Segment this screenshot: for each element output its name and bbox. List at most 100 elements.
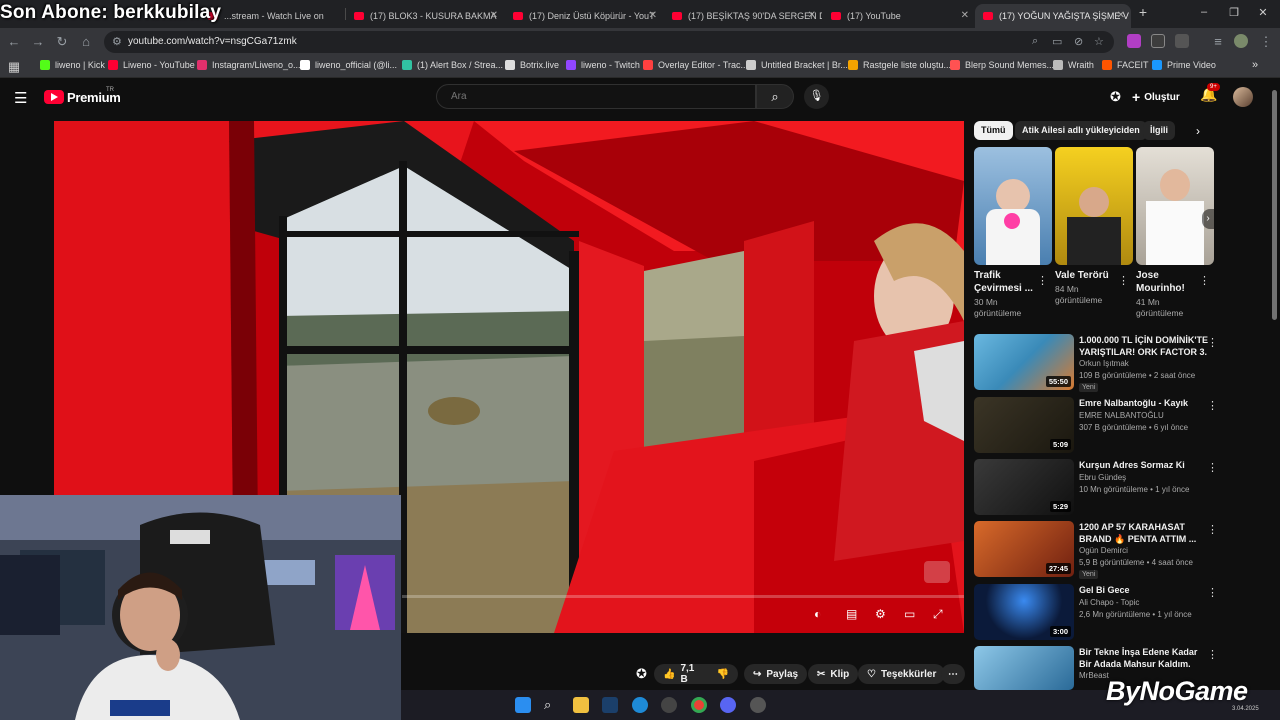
autoplay-toggle-icon[interactable]: ◐ [814,607,821,621]
bookmark-item[interactable]: Instagram/Liweno_o... [197,60,301,70]
close-window-icon[interactable]: ✕ [1253,6,1273,19]
video-title[interactable]: Emre Nalbantoğlu - Kayık [1079,397,1209,409]
thanks-button[interactable]: ♡ Teşekkürler [858,664,946,684]
browser-tab[interactable]: (17) BLOK3 - KUSURA BAKMA ✕ [346,4,504,28]
bookmark-item[interactable]: Prime Video [1152,60,1216,70]
media-control-icon[interactable]: ≡ [1210,34,1226,50]
search-box[interactable] [436,84,756,109]
bookmark-item[interactable]: liweno_official (@li... [300,60,397,70]
bookmark-item[interactable]: (1) Alert Box / Strea... [402,60,503,70]
bookmark-item[interactable]: FACEIT [1102,60,1149,70]
recommended-video[interactable]: 3:00 Gel Bi Gece Ali Chapo - Topic 2,6 M… [974,584,1224,642]
app-icon[interactable] [661,697,677,713]
video-menu-icon[interactable]: ⋮ [1207,336,1218,349]
video-title[interactable]: Bir Tekne İnşa Edene Kadar Bir Adada Mah… [1079,646,1209,670]
restore-window-icon[interactable]: ❐ [1224,6,1244,19]
short-title[interactable]: Vale Terörü [1055,269,1119,282]
bookmark-item[interactable]: Wraith [1053,60,1094,70]
video-menu-icon[interactable]: ⋮ [1207,523,1218,536]
hide-icon[interactable]: ⊘ [1074,35,1083,48]
video-thumbnail[interactable]: 27:45 [974,521,1074,577]
url-text[interactable]: youtube.com/watch?v=nsgCGa71zmk [128,36,297,47]
video-menu-icon[interactable]: ⋮ [1207,399,1218,412]
video-thumbnail[interactable]: 55:50 [974,334,1074,390]
channel-name[interactable]: EMRE NALBANTOĞLU [1079,411,1164,420]
browser-tab-active[interactable]: (17) YOĞUN YAĞIŞTA ŞİŞME V ✕ [975,4,1131,28]
back-icon[interactable]: ← [6,34,22,50]
close-tab-icon[interactable]: ✕ [490,10,498,21]
chips-next-icon[interactable]: › [1196,124,1200,138]
chip-all[interactable]: Tümü [974,121,1013,140]
hamburger-menu-icon[interactable]: ☰ [14,89,27,107]
create-button[interactable]: + Oluştur [1132,86,1180,108]
more-actions-icon[interactable]: ⋯ [941,664,965,684]
profile-avatar-icon[interactable] [1234,34,1248,48]
browser-menu-icon[interactable]: ⋮ [1258,34,1274,50]
short-menu-icon[interactable]: ⋮ [1118,274,1129,287]
close-tab-icon[interactable]: ✕ [649,10,657,21]
new-tab-icon[interactable]: + [1133,4,1153,20]
taskbar-search-icon[interactable]: ⌕ [544,697,560,713]
video-title[interactable]: Gel Bi Gece [1079,584,1209,596]
video-menu-icon[interactable]: ⋮ [1207,586,1218,599]
chip-uploader[interactable]: Atik Ailesi adlı yükleyiciden [1015,121,1147,140]
browser-tab[interactable]: (17) BEŞİKTAŞ 90'DA SERGEN D ✕ [664,4,822,28]
video-progress-bar[interactable] [402,595,964,598]
subtitles-icon[interactable]: ▤ [846,607,857,621]
share-button[interactable]: ↪ Paylaş [744,664,808,684]
video-thumbnail[interactable] [974,646,1074,690]
clip-button[interactable]: ✂ Klip [808,664,859,684]
youtube-logo-icon[interactable] [44,90,64,104]
minimize-window-icon[interactable]: – [1194,6,1214,18]
forward-icon[interactable]: → [30,34,46,50]
channel-name[interactable]: MrBeast [1079,671,1109,680]
channel-name[interactable]: Ogün Demirci [1079,546,1128,555]
page-scrollbar[interactable] [1272,90,1277,320]
voice-search-icon[interactable]: 🎙 [804,84,829,109]
short-item[interactable]: Trafik Çevirmesi ... 30 Mn görüntüleme ⋮ [974,147,1052,319]
file-explorer-icon[interactable] [573,697,589,713]
bookmark-item[interactable]: Blerp Sound Memes... [950,60,1054,70]
bookmark-star-icon[interactable]: ☆ [1094,35,1104,48]
search-button[interactable]: ⌕ [756,84,794,109]
edge-icon[interactable] [632,697,648,713]
bookmark-item[interactable]: Rastgele liste oluştu... [848,60,951,70]
recommended-video[interactable]: 55:50 1.000.000 TL İÇİN DOMİNİK'TE YARIŞ… [974,334,1224,392]
video-thumbnail[interactable]: 5:09 [974,397,1074,453]
fullscreen-icon[interactable]: ⤢ [933,607,943,622]
chrome-icon[interactable] [691,697,707,713]
account-avatar[interactable] [1233,87,1253,107]
extensions-puzzle-icon[interactable] [1175,34,1189,48]
short-item[interactable]: › Jose Mourinho! 41 Mn görüntüleme ⋮ [1136,147,1214,319]
video-menu-icon[interactable]: ⋮ [1207,461,1218,474]
address-bar[interactable]: ⚙ youtube.com/watch?v=nsgCGa71zmk ⌕ ▭ ⊘ … [104,31,1114,53]
bookmark-item[interactable]: Liweno - YouTube [108,60,195,70]
reload-icon[interactable]: ↻ [54,34,70,50]
short-thumbnail[interactable]: › [1136,147,1214,265]
bookmark-item[interactable]: Botrix.live [505,60,559,70]
video-title[interactable]: 1200 AP 57 KARAHASAT BRAND 🔥 PENTA ATTIM… [1079,521,1209,545]
like-icon[interactable]: 👍 [663,669,675,680]
bookmark-item[interactable]: liweno - Twitch [566,60,640,70]
settings-gear-icon[interactable]: ⚙ [875,607,886,621]
close-tab-icon[interactable]: ✕ [961,10,969,21]
search-input[interactable] [451,91,741,102]
cast-icon[interactable]: ▭ [1052,35,1062,48]
site-info-icon[interactable]: ⚙ [112,35,122,48]
bookmark-item[interactable]: liweno | Kick [40,60,105,70]
video-thumbnail[interactable]: 5:29 [974,459,1074,515]
more-bookmarks-icon[interactable]: » [1252,59,1258,71]
channel-name[interactable]: Orkun Işıtmak [1079,359,1129,368]
dislike-icon[interactable]: 👎 [717,669,729,680]
extension-icon[interactable] [1151,34,1165,48]
short-thumbnail[interactable] [974,147,1052,265]
channel-name[interactable]: Ebru Gündeş [1079,473,1126,482]
theater-mode-icon[interactable]: ▭ [904,607,915,621]
bookmark-item[interactable]: Overlay Editor - Trac... [643,60,748,70]
short-menu-icon[interactable]: ⋮ [1199,274,1210,287]
recommended-video[interactable]: 5:29 Kurşun Adres Sormaz Ki Ebru Gündeş … [974,459,1224,517]
recommended-video[interactable]: 5:09 Emre Nalbantoğlu - Kayık EMRE NALBA… [974,397,1224,455]
discord-icon[interactable] [720,697,736,713]
short-menu-icon[interactable]: ⋮ [1037,274,1048,287]
shorts-next-icon[interactable]: › [1202,209,1214,229]
